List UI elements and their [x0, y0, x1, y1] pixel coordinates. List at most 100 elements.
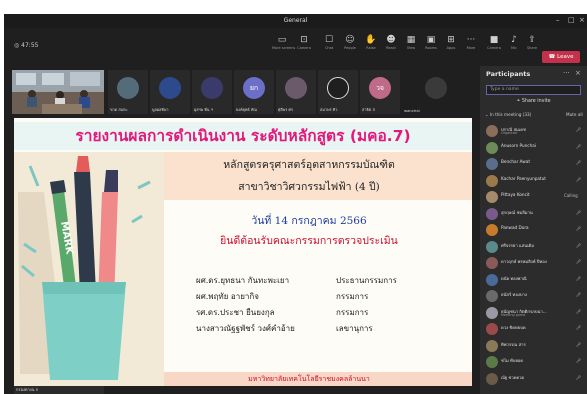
share-button[interactable]: ⇪ Share: [522, 34, 542, 62]
avatar: [486, 257, 498, 269]
maximize-icon[interactable]: □: [568, 16, 575, 24]
shared-slide: รายงานผลการดำเนินงาน ระดับหลักสูตร (มคอ.…: [14, 118, 472, 386]
timer-text: 47:55: [21, 42, 39, 49]
participant-photo: [327, 77, 349, 99]
section-label: In this meeting (33): [489, 112, 532, 117]
raise-hand-icon: ✋: [365, 35, 377, 45]
minimize-icon[interactable]: –: [556, 16, 560, 24]
participant-photo: [201, 77, 223, 99]
more-screens-button[interactable]: ▭ More screens: [272, 34, 296, 62]
participant-name: Pittaya Koncit: [501, 192, 530, 197]
mic-muted-icon: 🎤︎: [576, 209, 582, 215]
participant-name: ศรีจรรยา แสนเดิม: [501, 242, 535, 248]
mic-button[interactable]: ♪ Mic: [504, 34, 524, 62]
mic-muted-icon: 🎤︎: [576, 341, 582, 347]
people-icon: ☺: [345, 35, 355, 45]
participant-row[interactable]: ชไม ทับยอด 🎤︎: [484, 354, 584, 370]
participant-row[interactable]: ดนัย ทองพาณิ 🎤︎: [484, 272, 584, 288]
participant-row[interactable]: Anusorn Punchai 🎤︎: [484, 140, 584, 156]
avatar: วจ: [369, 77, 391, 99]
window-title: General: [283, 17, 308, 24]
participant-row[interactable]: สุกฤษณ์ ชมลีมาน 🎤︎: [484, 206, 584, 222]
avatar: [486, 191, 498, 203]
mic-muted-icon: 🎤︎: [576, 127, 582, 132]
participant-row[interactable]: ธนัสร์ ทองบาง 🎤︎: [484, 288, 584, 304]
program-name: หลักสูตรครุศาสตร์อุตสาหกรรมบัณฑิต: [223, 159, 395, 171]
participant-row[interactable]: ดาวฤกษ์ พรหมสิงห์ ปีทอง 🎤︎: [484, 255, 584, 271]
participant-row[interactable]: Pittaya Koncit Calling: [484, 189, 584, 205]
section-header[interactable]: ⌄ In this meeting (33): [485, 112, 531, 117]
video-tile[interactable]: ศุลีพร ศร: [276, 70, 316, 114]
participant-row[interactable]: Panwad Dora 🎤︎: [484, 222, 584, 238]
button-label: More screens: [272, 46, 296, 50]
participant-row[interactable]: ดวง ขิดตยบด 🎤︎: [484, 321, 584, 337]
apps-button[interactable]: ⊞ Apps: [441, 34, 461, 62]
video-tile[interactable]: ขวด สบตะ: [108, 70, 148, 114]
participant-photo: [117, 77, 139, 99]
button-label: Camera: [487, 46, 501, 50]
participant-status: Calling: [564, 193, 578, 198]
video-tile[interactable]: สมาพร ทิว: [318, 70, 358, 114]
avatar: ยก: [243, 77, 265, 99]
people-button[interactable]: ☺ People: [340, 34, 360, 62]
video-tile[interactable]: พูลผลทิพา: [150, 70, 190, 114]
participant-row[interactable]: Kachar Paenyunpatut 🎤︎: [484, 173, 584, 189]
chat-button[interactable]: ☐ Chat: [319, 34, 339, 62]
react-button[interactable]: ☻ React: [381, 34, 401, 62]
button-label: Camera: [297, 46, 311, 50]
mic-muted-icon: 🎤︎: [576, 176, 582, 182]
mic-icon: ♪: [511, 35, 517, 45]
mute-all-button[interactable]: Mute all: [566, 112, 583, 117]
participant-role: Organizer: [501, 131, 518, 135]
camera-button-top[interactable]: ⊡ Camera: [294, 34, 314, 62]
program-major: สาขาวิชาวิศวกรรมไฟฟ้า (4 ปี): [238, 181, 380, 193]
button-label: Raise: [366, 46, 376, 50]
participant-row[interactable]: ศรีจรรยา แสนเดิม 🎤︎: [484, 239, 584, 255]
video-tile[interactable]: วจ สาธิต ส: [360, 70, 400, 114]
invite-input[interactable]: Type a name: [486, 85, 581, 95]
mic-muted-icon: 🎤︎: [576, 275, 582, 281]
close-icon[interactable]: ×: [575, 69, 581, 77]
participant-row[interactable]: ปราณี สมเดช Organizer 🎤︎: [484, 123, 584, 139]
participant-row[interactable]: ทิพวรรณ สาร 🎤︎: [484, 338, 584, 354]
more-button[interactable]: ··· More: [461, 34, 481, 62]
avatar: [486, 306, 498, 319]
tile-name: ยงค์ยุทธ์ ทัณ: [236, 107, 257, 112]
raise-hand-button[interactable]: ✋ Raise: [361, 34, 381, 62]
room-scene: [12, 70, 104, 114]
video-tile[interactable]: wanchai: [402, 70, 470, 114]
video-strip: ขวด สบตะ พูลผลทิพา ผุสฯพ ทิ่น ฯ ยก ยงค์ย…: [4, 66, 474, 118]
video-tile[interactable]: ยก ยงค์ยุทธ์ ทัณ: [234, 70, 274, 114]
avatar: [486, 158, 498, 170]
participant-row[interactable]: ธนัญชนา กิตติกรภบนา... Meeting guest 🎤︎: [484, 305, 584, 321]
participant-row[interactable]: Benchar Awat 🎤︎: [484, 156, 584, 172]
participant-row[interactable]: ณัฐ ชวดดวด 🎤︎: [484, 371, 584, 387]
participant-name: Panwad Dora: [501, 225, 529, 230]
avatar: [486, 224, 498, 236]
camera-off-icon: ■: [489, 35, 499, 45]
tile-name: พูลผลทิพา: [152, 107, 169, 112]
camera-toggle-button[interactable]: ■ Camera: [484, 34, 504, 62]
leave-button[interactable]: ☎ Leave: [542, 51, 580, 63]
mic-muted-icon: 🎤︎: [576, 160, 582, 165]
button-label: People: [344, 46, 356, 50]
room-camera-video[interactable]: [12, 70, 104, 114]
tile-name: สาธิต ส: [362, 107, 375, 112]
button-label: More: [466, 46, 476, 50]
button-label: Share: [526, 46, 538, 50]
view-icon: ▦: [406, 35, 416, 45]
participant-photo: [159, 77, 181, 99]
close-icon[interactable]: ×: [579, 16, 585, 24]
mic-muted-icon: 🎤︎: [576, 143, 582, 149]
rooms-button[interactable]: ▣ Rooms: [421, 34, 441, 62]
react-icon: ☻: [386, 35, 396, 45]
participant-name: ดาวฤกษ์ พรหมสิงห์ ปีทอง: [501, 259, 547, 264]
video-tile[interactable]: ผุสฯพ ทิ่น ฯ: [192, 70, 232, 114]
chat-icon: ☐: [324, 35, 334, 45]
tile-name: สมาพร ทิว: [320, 107, 338, 112]
view-button[interactable]: ▦ View: [401, 34, 421, 62]
share-invite-link[interactable]: ⚭ Share invite: [480, 99, 587, 104]
more-options-icon[interactable]: ···: [563, 69, 570, 77]
avatar: [486, 323, 498, 335]
committee-name: ผศ.พฤทัย อายากิจ: [196, 292, 259, 301]
